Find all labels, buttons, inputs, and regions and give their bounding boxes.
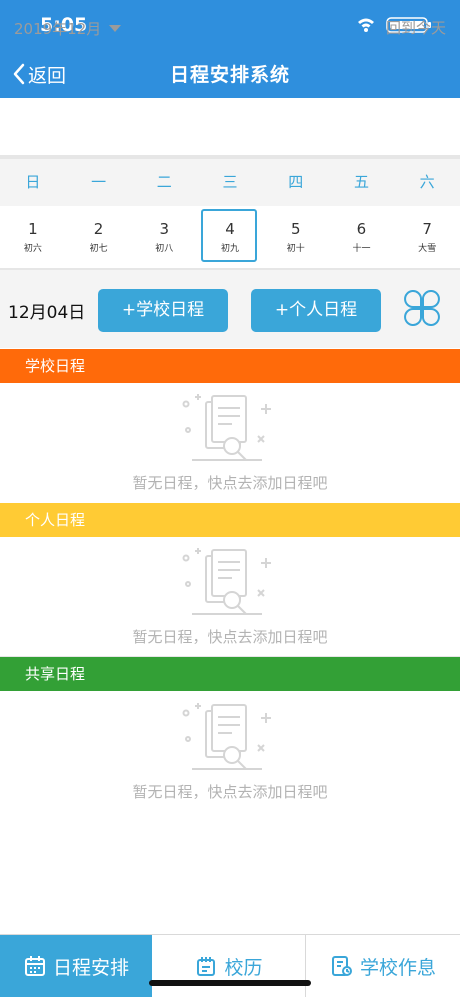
timetable-icon xyxy=(331,956,352,976)
week-header: 日 一 二 三 四 五 六 xyxy=(0,159,460,206)
weekday-label: 六 xyxy=(419,173,435,191)
empty-state-text: 暂无日程，快点去添加日程吧 xyxy=(132,783,328,801)
weekday-label: 一 xyxy=(91,173,107,191)
personal-schedule-header: 个人日程 xyxy=(0,503,460,537)
day-number: 6 xyxy=(356,220,367,238)
tab-school-calendar[interactable]: 校历 xyxy=(152,935,306,997)
month-row xyxy=(0,98,460,159)
lunar-date: 初八 xyxy=(155,244,174,254)
caret-down-icon xyxy=(109,25,122,32)
lunar-date: 初六 xyxy=(23,244,42,254)
tab-school-routine[interactable]: 学校作息 xyxy=(306,935,460,997)
day-number: 7 xyxy=(422,220,432,238)
shared-schedule-header: 共享日程 xyxy=(0,657,460,691)
lunar-date: 十一 xyxy=(352,244,371,254)
tab-label: 学校作息 xyxy=(359,956,436,979)
weekday-label: 二 xyxy=(156,173,172,191)
day-cell[interactable]: 7 大雪 xyxy=(394,206,460,268)
day-row: 1 初六 2 初七 3 初八 4 初九 5 初十 6 十一 7 大雪 xyxy=(0,206,460,270)
add-school-schedule-button[interactable]: +学校日程 xyxy=(98,289,228,332)
tab-bar: 日程安排 校历 学校作息 xyxy=(0,934,460,997)
empty-document-icon xyxy=(182,548,271,615)
day-cell-selected[interactable]: 4 初九 xyxy=(197,206,263,268)
selected-day-outline xyxy=(201,209,258,262)
add-personal-schedule-button[interactable]: +个人日程 xyxy=(251,289,381,332)
page-title: 日程安排系统 xyxy=(169,64,290,86)
tab-schedule[interactable]: 日程安排 xyxy=(0,935,152,997)
home-indicator xyxy=(149,980,311,986)
weekday-label: 日 xyxy=(25,173,41,191)
action-row: 12月04日 +学校日程 +个人日程 xyxy=(0,270,460,348)
day-number: 3 xyxy=(159,220,170,238)
weekday-label: 四 xyxy=(288,173,304,191)
tab-label: 校历 xyxy=(224,956,263,979)
empty-state-text: 暂无日程，快点去添加日程吧 xyxy=(132,474,328,492)
tab-label: 日程安排 xyxy=(52,956,129,979)
empty-document-icon xyxy=(182,394,271,461)
month-label: 2019年12月 xyxy=(14,20,102,38)
day-cell[interactable]: 3 初八 xyxy=(131,206,197,268)
day-cell[interactable]: 6 十一 xyxy=(329,206,395,268)
day-cell[interactable]: 2 初七 xyxy=(66,206,132,268)
school-calendar-icon xyxy=(197,957,216,976)
back-to-today-button[interactable]: 回到今天 xyxy=(386,17,446,38)
wifi-icon xyxy=(358,18,374,32)
empty-state-text: 暂无日程，快点去添加日程吧 xyxy=(132,628,328,646)
day-number: 2 xyxy=(93,220,104,238)
month-picker[interactable]: 2019年12月 xyxy=(14,18,122,39)
weekday-label: 三 xyxy=(222,173,238,191)
day-cell[interactable]: 1 初六 xyxy=(0,206,66,268)
lunar-date: 初七 xyxy=(89,244,108,254)
clover-menu-icon[interactable] xyxy=(404,290,440,326)
day-number: 5 xyxy=(290,220,301,238)
empty-document-icon xyxy=(182,703,271,770)
lunar-date: 初十 xyxy=(286,244,305,254)
day-cell[interactable]: 5 初十 xyxy=(263,206,329,268)
selected-date-label: 12月04日 xyxy=(8,303,86,323)
lunar-date: 大雪 xyxy=(418,244,437,254)
day-number: 1 xyxy=(28,220,38,238)
weekday-label: 五 xyxy=(353,173,369,191)
calendar-icon xyxy=(24,956,45,976)
school-schedule-header: 学校日程 xyxy=(0,349,460,383)
